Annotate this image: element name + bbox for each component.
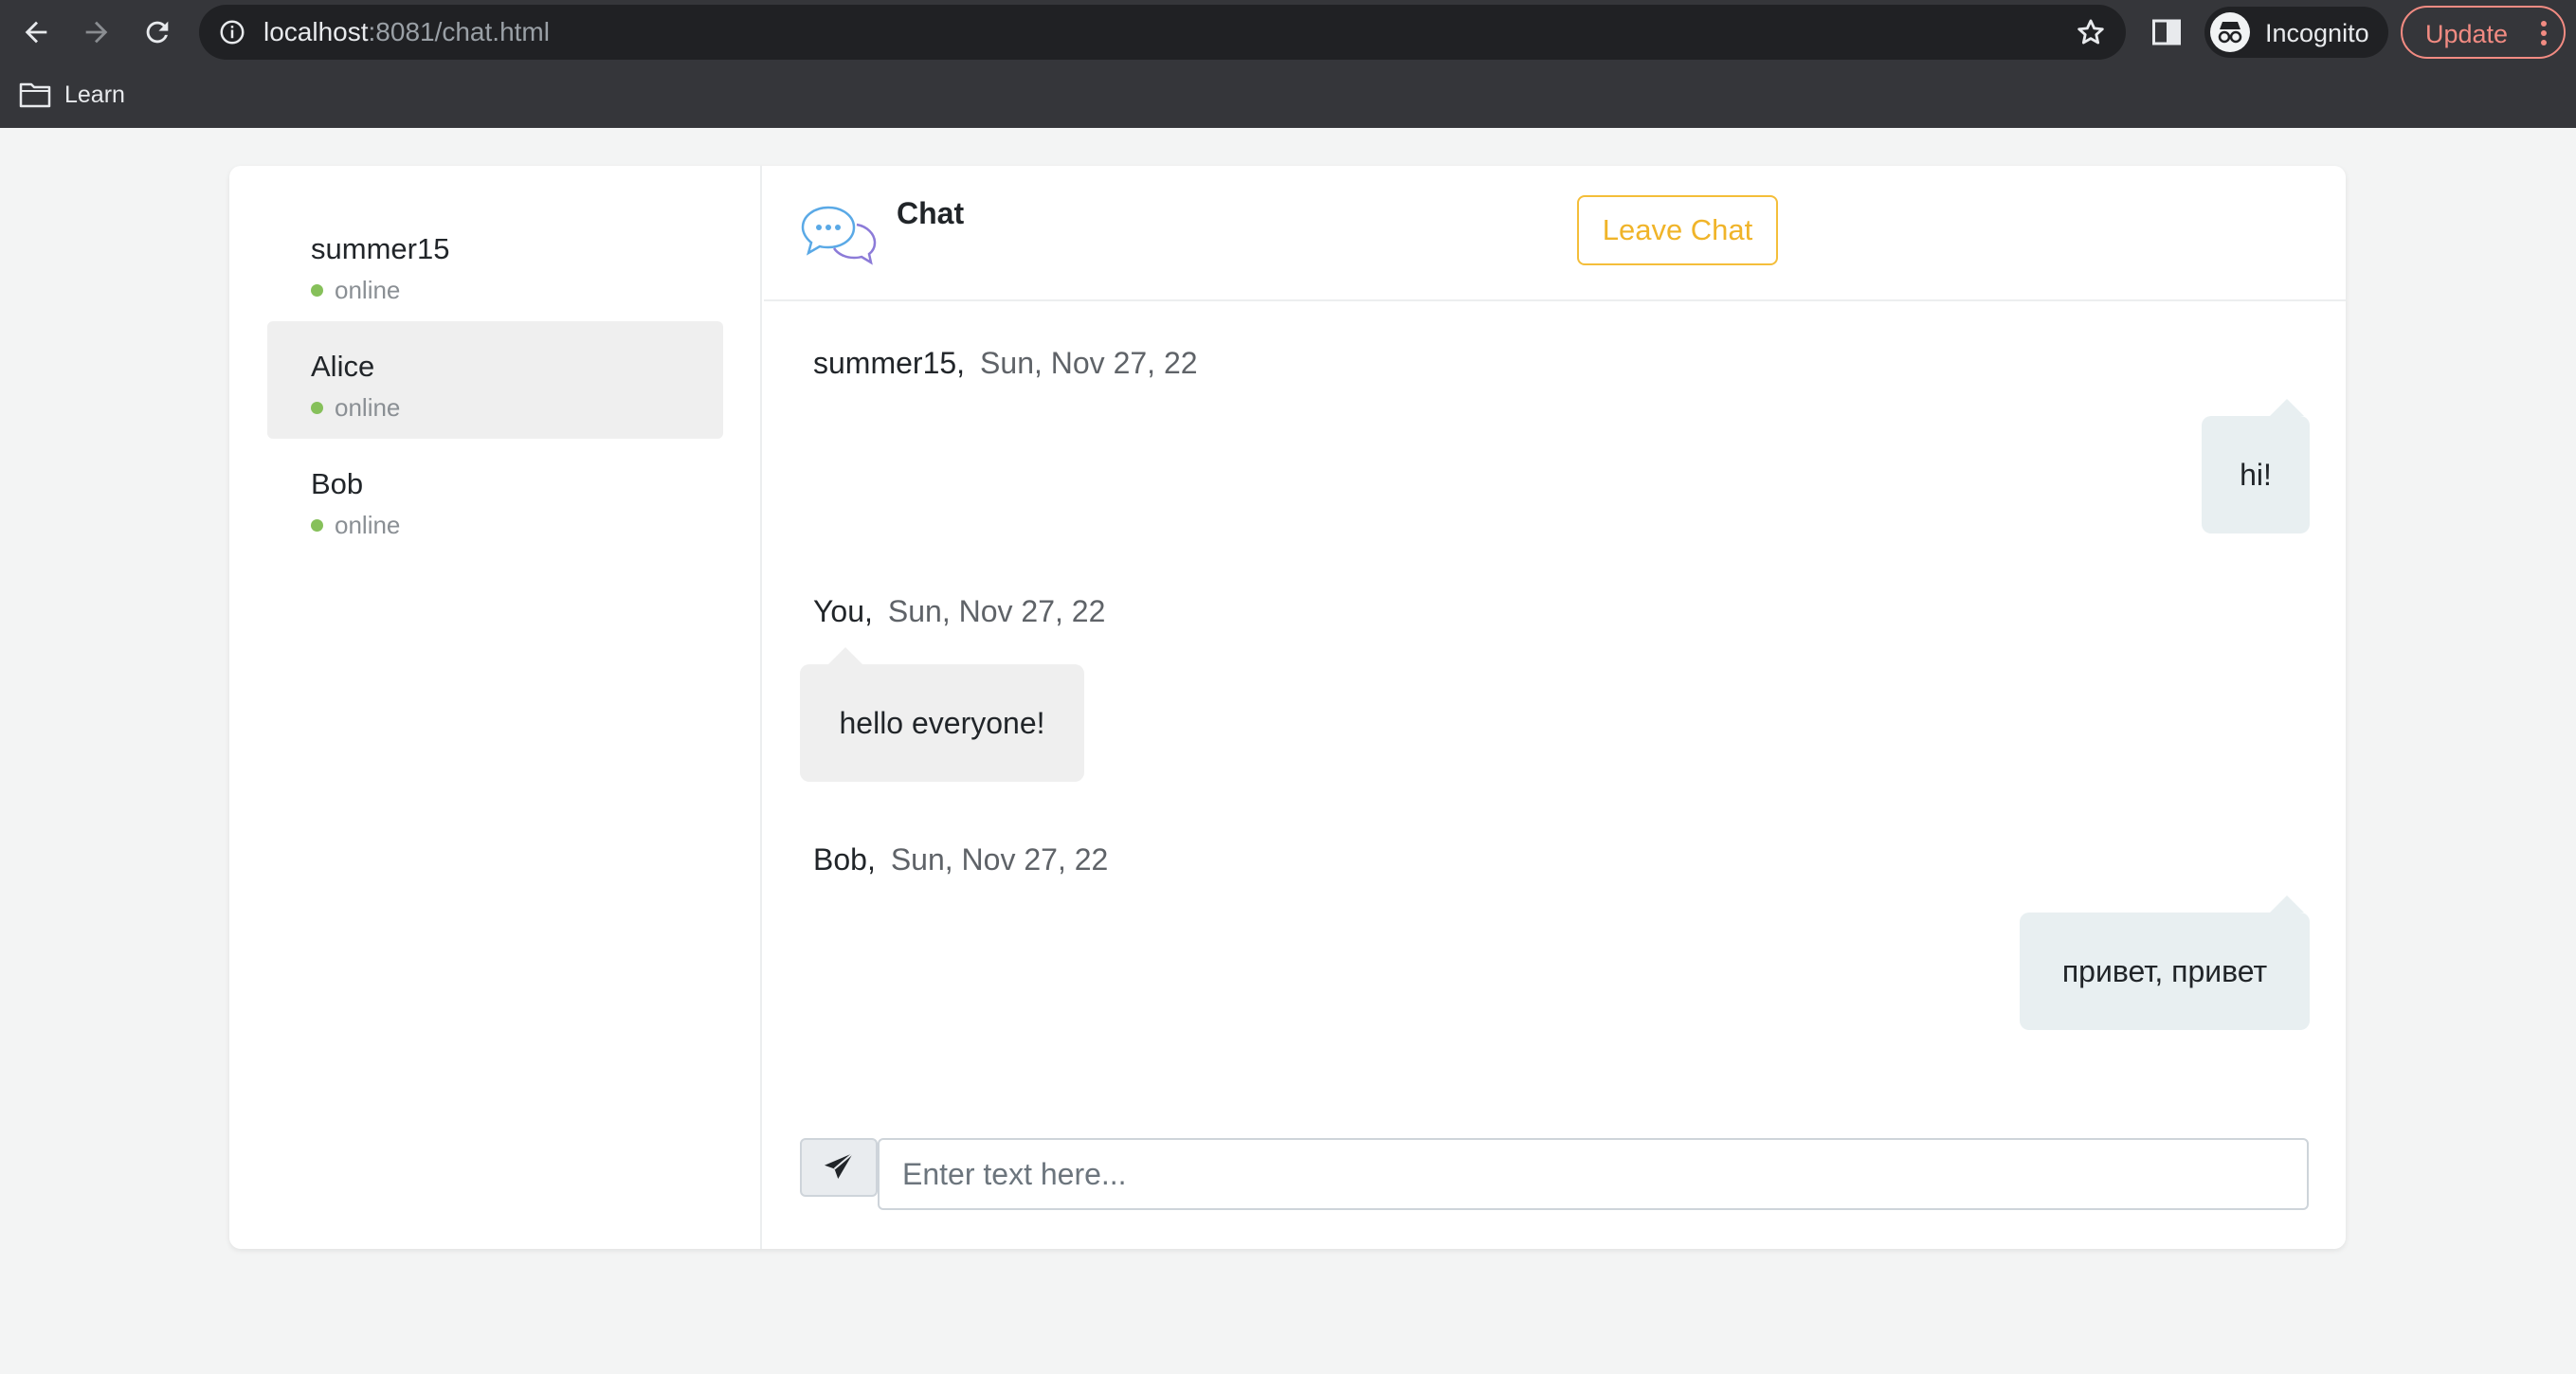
chat-title: Chat — [897, 196, 965, 230]
more-vert-icon — [2541, 21, 2547, 45]
leave-chat-button[interactable]: Leave Chat — [1577, 195, 1778, 265]
chat-header: Chat Leave Chat — [764, 166, 2346, 301]
message-meta: summer15, Sun, Nov 27, 22 — [813, 346, 1198, 380]
arrow-right-icon — [85, 21, 108, 44]
arrow-left-icon — [25, 21, 47, 44]
user-name: summer15 — [311, 232, 450, 265]
reload-icon — [146, 21, 169, 44]
update-button[interactable]: Update — [2401, 6, 2566, 59]
info-icon[interactable] — [218, 18, 246, 46]
user-item-summer15[interactable]: summer15 online — [267, 204, 723, 321]
message-meta: Bob, Sun, Nov 27, 22 — [813, 842, 1109, 877]
user-status: online — [311, 276, 400, 305]
bookmarks-bar: Learn — [0, 64, 2576, 128]
user-item-bob[interactable]: Bob online — [267, 439, 723, 556]
paper-plane-icon — [825, 1152, 854, 1179]
send-button[interactable] — [800, 1138, 878, 1197]
online-dot-icon — [311, 519, 323, 532]
bookmark-folder-learn[interactable]: Learn — [19, 76, 125, 114]
message-composer — [800, 1138, 2309, 1210]
bookmark-label: Learn — [64, 81, 125, 108]
address-bar[interactable]: localhost:8081/chat.html — [199, 5, 2126, 60]
user-status: online — [311, 393, 400, 423]
message-bubble: hello everyone! — [800, 647, 1084, 782]
update-label: Update — [2425, 20, 2509, 48]
message-input[interactable] — [878, 1138, 2309, 1210]
user-list: summer15 online Alice online Bob online — [229, 166, 762, 1249]
url-text: localhost:8081/chat.html — [263, 17, 550, 46]
folder-icon — [19, 82, 51, 108]
online-dot-icon — [311, 284, 323, 297]
browser-toolbar: localhost:8081/chat.html Incognito Updat… — [0, 0, 2576, 64]
side-panel-icon[interactable] — [2150, 15, 2184, 49]
browser-chrome: localhost:8081/chat.html Incognito Updat… — [0, 0, 2576, 128]
message-bubble: привет, привет — [2020, 895, 2310, 1030]
forward-button[interactable] — [74, 9, 119, 55]
chat-bubbles-icon — [801, 206, 877, 265]
user-name: Alice — [311, 350, 375, 383]
user-status: online — [311, 511, 400, 540]
online-dot-icon — [311, 402, 323, 414]
star-icon[interactable] — [2075, 16, 2107, 48]
incognito-icon — [2210, 12, 2250, 52]
incognito-label: Incognito — [2265, 19, 2369, 47]
chat-panel: Chat Leave Chat summer15, Sun, Nov 27, 22… — [764, 166, 2346, 1249]
reload-button[interactable] — [135, 9, 180, 55]
user-name: Bob — [311, 467, 364, 500]
chat-card: summer15 online Alice online Bob online … — [229, 166, 2346, 1249]
message-bubble: hi! — [2202, 399, 2310, 533]
back-button[interactable] — [13, 9, 59, 55]
message-meta: You, Sun, Nov 27, 22 — [813, 594, 1106, 628]
user-item-alice[interactable]: Alice online — [267, 321, 723, 439]
incognito-badge[interactable]: Incognito — [2204, 7, 2388, 58]
